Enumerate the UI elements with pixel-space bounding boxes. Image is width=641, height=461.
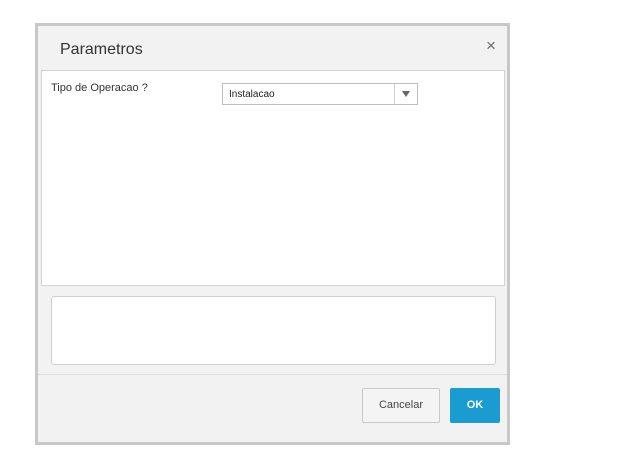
parametros-dialog: Parametros × Tipo de Operacao ? Instalac… — [35, 23, 510, 445]
cancel-button[interactable]: Cancelar — [362, 388, 440, 423]
operation-type-value: Instalacao — [229, 89, 275, 100]
chevron-down-icon — [402, 91, 410, 97]
ok-button[interactable]: OK — [450, 388, 500, 423]
operation-type-dropdown-toggle[interactable] — [394, 84, 417, 104]
footer-divider — [38, 374, 507, 375]
message-area — [51, 296, 496, 365]
close-icon[interactable]: × — [483, 37, 499, 54]
operation-type-select[interactable]: Instalacao — [222, 83, 418, 105]
dialog-title: Parametros — [60, 41, 143, 58]
operation-type-label: Tipo de Operacao ? — [51, 82, 148, 94]
dialog-header: Parametros × — [38, 26, 507, 70]
parameters-panel: Tipo de Operacao ? Instalacao — [41, 70, 505, 286]
